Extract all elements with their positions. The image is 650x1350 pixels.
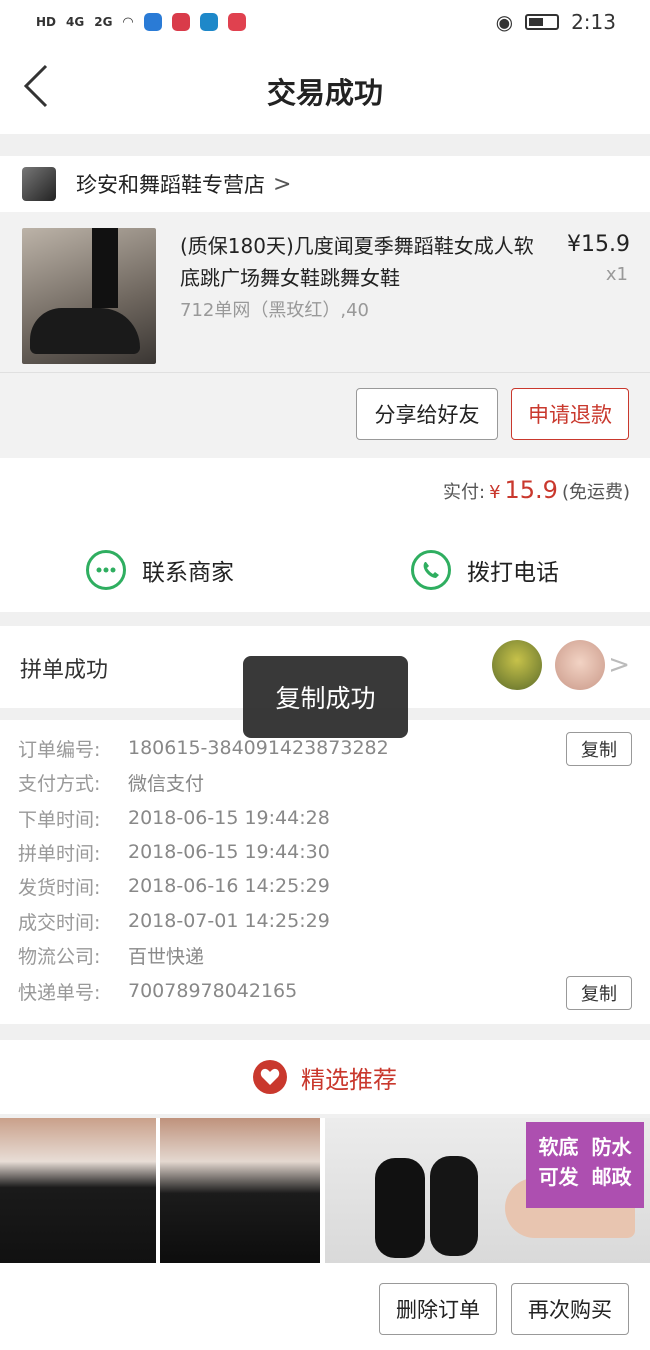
avatar [555, 640, 605, 690]
contact-merchant-label: 联系商家 [142, 560, 234, 586]
recommend-item-image[interactable] [160, 1118, 320, 1263]
page-title: 交易成功 [266, 76, 383, 110]
payment-summary: 实付: ¥ 15.9 (免运费) [0, 458, 650, 530]
store-avatar [22, 167, 56, 201]
product-title: (质保180天)几度闻夏季舞蹈鞋女成人软底跳广场舞女鞋跳舞女鞋 [180, 234, 534, 290]
store-link[interactable]: 珍安和舞蹈鞋专营店 > [0, 156, 650, 212]
chat-icon [86, 550, 126, 590]
chevron-right-icon: > [608, 650, 630, 680]
chevron-right-icon: > [273, 171, 292, 197]
app-notification-icon [199, 13, 218, 31]
recommend-item-image[interactable] [0, 1118, 156, 1263]
recommend-title: 精选推荐 [301, 1065, 397, 1094]
detail-row: 成交时间: 2018-07-01 14:25:29 [18, 906, 330, 936]
recommend-header: 精选推荐 [0, 1040, 650, 1114]
group-time: 2018-06-15 19:44:30 [128, 841, 330, 863]
detail-row: 支付方式: 微信支付 [18, 767, 204, 797]
hd-indicator: HD [36, 15, 57, 29]
product-spec: 712单网（黑玫红）,40 [180, 300, 369, 321]
store-name: 珍安和舞蹈鞋专营店 [76, 173, 265, 197]
detail-label: 拼单时间: [18, 842, 101, 865]
app-notification-icon [227, 13, 246, 31]
nav-bar: 交易成功 [0, 44, 650, 134]
detail-label: 发货时间: [18, 876, 101, 899]
call-label: 拨打电话 [467, 560, 559, 586]
bottom-action-bar: 删除订单 再次购买 [0, 1263, 650, 1350]
app-notification-icon [171, 13, 190, 31]
paid-label: 实付: [442, 482, 486, 503]
battery-icon [525, 14, 560, 30]
detail-label: 成交时间: [18, 911, 101, 934]
order-product[interactable]: (质保180天)几度闻夏季舞蹈鞋女成人软底跳广场舞女鞋跳舞女鞋 712单网（黑玫… [0, 212, 650, 458]
signal-4g-icon: 4G [66, 15, 85, 29]
detail-label: 支付方式: [18, 772, 101, 795]
detail-label: 下单时间: [18, 808, 101, 831]
product-image[interactable] [22, 228, 156, 364]
phone-icon [411, 550, 451, 590]
detail-label: 物流公司: [18, 945, 101, 968]
deal-time: 2018-07-01 14:25:29 [128, 910, 330, 932]
ship-time: 2018-06-16 14:25:29 [128, 875, 330, 897]
copy-order-number-button[interactable]: 复制 [566, 732, 632, 766]
product-quantity: x1 [605, 264, 628, 285]
app-notification-icon [143, 13, 162, 31]
avatar [492, 640, 542, 690]
contact-bar: 联系商家 拨打电话 [0, 530, 650, 612]
detail-row: 下单时间: 2018-06-15 19:44:28 [18, 803, 330, 833]
recommend-grid: 软底 防水 可发 邮政 [0, 1118, 650, 1263]
status-bar: HD 4G 2G ◠ ◉ 2:13 [0, 0, 650, 44]
order-number: 180615-384091423873282 [128, 737, 389, 759]
shipping-note: (免运费) [561, 482, 630, 503]
detail-row: 拼单时间: 2018-06-15 19:44:30 [18, 837, 330, 867]
contact-merchant-button[interactable]: 联系商家 [86, 550, 234, 590]
signal-2g-icon: 2G [94, 15, 113, 29]
detail-row: 发货时间: 2018-06-16 14:25:29 [18, 871, 330, 901]
delete-order-button[interactable]: 删除订单 [379, 1283, 497, 1335]
clock: 2:13 [571, 10, 616, 34]
payment-method: 微信支付 [128, 772, 205, 795]
toast-message: 复制成功 [243, 656, 408, 738]
share-button[interactable]: 分享给好友 [356, 388, 498, 440]
detail-row: 物流公司: 百世快递 [18, 940, 204, 970]
detail-row: 快递单号: 70078978042165 [18, 976, 297, 1006]
order-time: 2018-06-15 19:44:28 [128, 807, 330, 829]
buy-again-button[interactable]: 再次购买 [511, 1283, 629, 1335]
copy-tracking-number-button[interactable]: 复制 [566, 976, 632, 1010]
call-button[interactable]: 拨打电话 [411, 550, 559, 590]
currency-symbol: ¥ [489, 482, 501, 503]
recommend-item-image[interactable]: 软底 防水 可发 邮政 [325, 1118, 650, 1263]
heart-icon [253, 1060, 287, 1094]
detail-label: 订单编号: [18, 738, 101, 761]
divider [0, 372, 650, 373]
tracking-number: 70078978042165 [128, 980, 298, 1002]
wifi-icon: ◠ [122, 14, 134, 30]
promo-badge: 软底 防水 可发 邮政 [526, 1122, 644, 1208]
order-details: 订单编号: 180615-384091423873282 复制 支付方式: 微信支付… [0, 720, 650, 1024]
eye-icon: ◉ [495, 10, 514, 34]
detail-label: 快递单号: [18, 981, 101, 1004]
product-price: ¥15.9 [567, 232, 630, 257]
logistics-company: 百世快递 [128, 945, 205, 968]
paid-amount: 15.9 [504, 476, 558, 504]
refund-button[interactable]: 申请退款 [511, 388, 629, 440]
group-status-label: 拼单成功 [20, 658, 109, 683]
